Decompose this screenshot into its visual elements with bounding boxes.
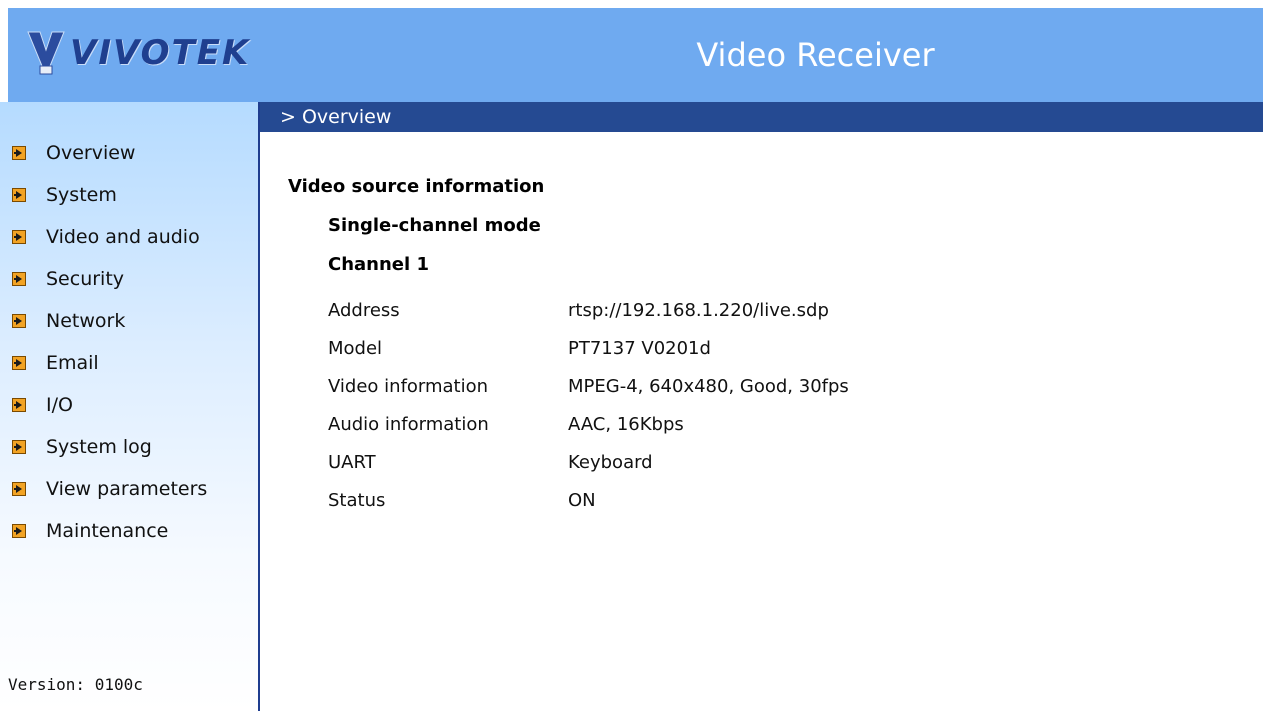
breadcrumb: > Overview: [260, 102, 1263, 132]
sidebar-item-io[interactable]: I/O: [0, 384, 258, 426]
section-title: Video source information: [288, 176, 545, 197]
channel-label: Channel 1: [328, 254, 429, 275]
sidebar-item-security[interactable]: Security: [0, 258, 258, 300]
row-value: MPEG-4, 640x480, Good, 30fps: [568, 375, 849, 397]
mode-label: Single-channel mode: [328, 215, 541, 236]
row-key: Model: [328, 337, 383, 359]
info-table: Address rtsp://192.168.1.220/live.sdp Mo…: [328, 291, 849, 519]
arrow-right-icon: [12, 272, 26, 286]
row-value: rtsp://192.168.1.220/live.sdp: [568, 299, 829, 321]
table-row: Video information MPEG-4, 640x480, Good,…: [328, 367, 849, 405]
sidebar-item-overview[interactable]: Overview: [0, 132, 258, 174]
sidebar-item-label: Security: [46, 268, 125, 290]
arrow-right-icon: [12, 398, 26, 412]
sidebar-item-label: Video and audio: [46, 226, 200, 248]
arrow-right-icon: [12, 314, 26, 328]
app-title: Video Receiver: [696, 36, 935, 74]
sidebar-item-view-parameters[interactable]: View parameters: [0, 468, 258, 510]
sidebar-item-label: Email: [46, 352, 99, 374]
arrow-right-icon: [12, 188, 26, 202]
sidebar-item-system[interactable]: System: [0, 174, 258, 216]
table-row: Status ON: [328, 481, 849, 519]
table-row: UART Keyboard: [328, 443, 849, 481]
arrow-right-icon: [12, 356, 26, 370]
sidebar-item-label: View parameters: [46, 478, 208, 500]
arrow-right-icon: [12, 230, 26, 244]
sidebar: Overview System Video and audio Security…: [0, 102, 260, 711]
arrow-right-icon: [12, 440, 26, 454]
row-key: Video information: [328, 375, 489, 397]
arrow-right-icon: [12, 524, 26, 538]
row-value: ON: [568, 489, 596, 511]
sidebar-item-label: Maintenance: [46, 520, 169, 542]
sidebar-nav: Overview System Video and audio Security…: [0, 132, 258, 552]
sidebar-item-maintenance[interactable]: Maintenance: [0, 510, 258, 552]
sidebar-item-system-log[interactable]: System log: [0, 426, 258, 468]
logo-text: VIVOTEK: [70, 33, 251, 73]
table-row: Address rtsp://192.168.1.220/live.sdp: [328, 291, 849, 329]
sidebar-item-email[interactable]: Email: [0, 342, 258, 384]
row-key: Audio information: [328, 413, 489, 435]
row-value: PT7137 V0201d: [568, 337, 711, 359]
row-key: Address: [328, 299, 400, 321]
page: VIVOTEK Video Receiver Overview System V…: [0, 0, 1263, 711]
logo-mark-icon: [26, 28, 66, 78]
vivotek-logo[interactable]: VIVOTEK: [26, 25, 250, 81]
arrow-right-icon: [12, 482, 26, 496]
header-bar: VIVOTEK Video Receiver: [8, 8, 1263, 102]
sidebar-item-network[interactable]: Network: [0, 300, 258, 342]
version-label: Version: 0100c: [8, 675, 143, 694]
table-row: Model PT7137 V0201d: [328, 329, 849, 367]
sidebar-item-label: I/O: [46, 394, 73, 416]
sidebar-item-label: Network: [46, 310, 126, 332]
arrow-right-icon: [12, 146, 26, 160]
row-value: AAC, 16Kbps: [568, 413, 684, 435]
sidebar-item-label: Overview: [46, 142, 136, 164]
sidebar-item-video-and-audio[interactable]: Video and audio: [0, 216, 258, 258]
sidebar-item-label: System log: [46, 436, 152, 458]
row-value: Keyboard: [568, 451, 653, 473]
main-content: Video source information Single-channel …: [288, 174, 1188, 519]
sidebar-item-label: System: [46, 184, 117, 206]
row-key: Status: [328, 489, 386, 511]
table-row: Audio information AAC, 16Kbps: [328, 405, 849, 443]
row-key: UART: [328, 451, 376, 473]
